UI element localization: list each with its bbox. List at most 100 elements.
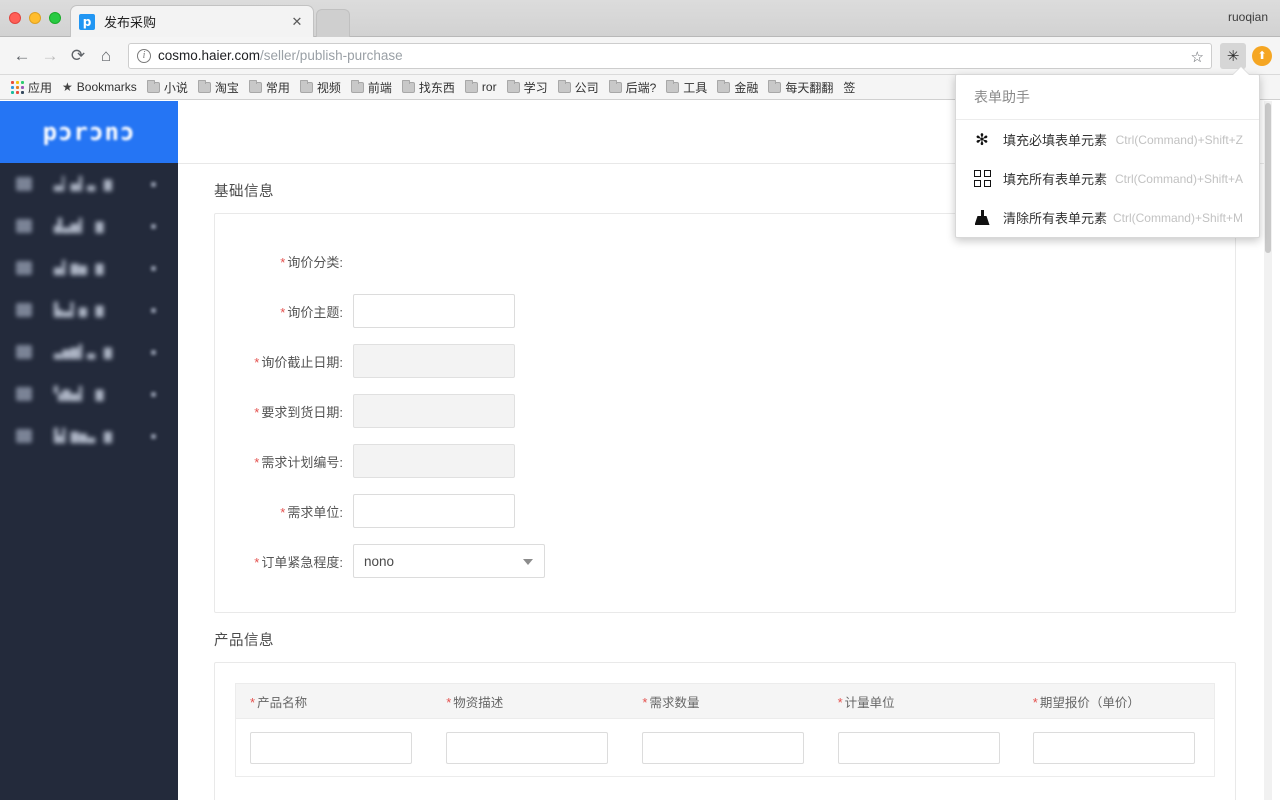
- delivery-date-input[interactable]: [353, 394, 515, 428]
- close-tab-icon[interactable]: ✕: [289, 14, 305, 30]
- bookmark-bookmarks[interactable]: ★ Bookmarks: [57, 77, 142, 97]
- forward-icon[interactable]: →: [36, 42, 64, 70]
- product-name-input[interactable]: [250, 731, 412, 764]
- bookmark-folder[interactable]: 常用: [244, 77, 295, 97]
- reload-icon[interactable]: ⟳: [64, 42, 92, 70]
- sidebar-item[interactable]: ▃▎▄▍▃ ▆: [0, 163, 178, 205]
- required-marker: *: [254, 404, 260, 420]
- select-value: nono: [364, 553, 395, 569]
- table-cell: [432, 731, 628, 764]
- sidebar-item-icon: [16, 177, 32, 191]
- bookmark-star-icon[interactable]: ☆: [1191, 48, 1204, 66]
- profile-name[interactable]: ruoqian: [1228, 10, 1268, 24]
- sidebar-item[interactable]: ▚▆▄▍ ▆: [0, 373, 178, 415]
- home-icon[interactable]: ⌂: [92, 42, 120, 70]
- bookmark-folder[interactable]: 金融: [712, 77, 763, 97]
- demand-quantity-input[interactable]: [642, 731, 805, 764]
- chevron-right-icon: [151, 224, 156, 229]
- maximize-window-button[interactable]: [49, 12, 61, 24]
- scrollbar-thumb[interactable]: [1265, 103, 1271, 253]
- required-marker: *: [1032, 694, 1038, 710]
- app-sidebar: pɔrɔnɔ ▃▎▄▍▃ ▆ ▟▃▅▍ ▆ ▄▍▆▅ ▆ ▙▃▍▅ ▆ ▃▅▆▍…: [0, 101, 178, 800]
- sidebar-item[interactable]: ▟▃▅▍ ▆: [0, 205, 178, 247]
- popup-item-fill-all[interactable]: 填充所有表单元素 Ctrl(Command)+Shift+A: [956, 159, 1259, 198]
- new-tab-button[interactable]: [316, 9, 350, 37]
- form-assistant-extension-button[interactable]: ✳: [1220, 42, 1246, 69]
- inquiry-subject-input[interactable]: [353, 294, 515, 328]
- back-icon[interactable]: ←: [8, 42, 36, 70]
- sidebar-item[interactable]: ▙▃▍▅ ▆: [0, 289, 178, 331]
- table-row: [235, 719, 1215, 777]
- bookmark-label: 学习: [523, 80, 548, 95]
- sidebar-item-icon: [16, 387, 32, 401]
- bookmark-folder[interactable]: 前端: [346, 77, 397, 97]
- browser-tab[interactable]: p 发布采购 ✕: [70, 5, 314, 37]
- folder-icon: [768, 79, 782, 93]
- sidebar-item-icon: [16, 345, 32, 359]
- bookmark-folder[interactable]: 淘宝: [193, 77, 244, 97]
- field-label: * 需求单位:: [280, 504, 343, 520]
- bookmark-apps[interactable]: 应用: [6, 77, 57, 97]
- column-label: 物资描述: [453, 695, 504, 710]
- bookmark-folder[interactable]: 小说: [142, 77, 193, 97]
- popup-title: 表单助手: [956, 75, 1259, 120]
- form-row-demand-plan-no: * 需求计划编号:: [215, 436, 1235, 486]
- inquiry-deadline-input[interactable]: [353, 344, 515, 378]
- field-label: * 询价分类:: [280, 254, 343, 270]
- bookmark-folder[interactable]: 每天翻翻: [763, 77, 838, 97]
- column-label: 计量单位: [844, 695, 895, 710]
- product-table-header: * 产品名称 * 物资描述 * 需求数量 * 计量单位 * 期望报价（单价）: [235, 683, 1215, 719]
- folder-icon: [464, 79, 478, 93]
- chevron-right-icon: [151, 266, 156, 271]
- column-label: 期望报价（单价）: [1039, 695, 1140, 710]
- address-bar[interactable]: i cosmo.haier.com/seller/publish-purchas…: [128, 42, 1212, 69]
- required-marker: *: [250, 694, 256, 710]
- page-scrollbar[interactable]: [1264, 101, 1272, 800]
- tab-strip: p 发布采购 ✕ ruoqian: [0, 0, 1280, 37]
- demand-plan-no-input[interactable]: [353, 444, 515, 478]
- sidebar-item-icon: [16, 429, 32, 443]
- sidebar-item[interactable]: ▙▍▆▅▃ ▆: [0, 415, 178, 457]
- field-label: * 订单紧急程度:: [254, 554, 343, 570]
- bookmark-overflow[interactable]: 签: [838, 77, 860, 97]
- bookmark-folder[interactable]: 学习: [502, 77, 553, 97]
- basic-info-form: * 询价分类: * 询价主题: * 询价截止日期: * 要求到货日期: * 需求…: [215, 214, 1235, 612]
- sidebar-item-label: ▙▍▆▅▃ ▆: [54, 428, 113, 444]
- browser-window: p 发布采购 ✕ ruoqian ← → ⟳ ⌂ i cosmo.haier.c…: [0, 0, 1280, 800]
- folder-icon: [350, 79, 364, 93]
- bookmark-folder[interactable]: 找东西: [397, 77, 460, 97]
- measure-unit-input[interactable]: [837, 731, 1000, 764]
- folder-icon: [506, 79, 520, 93]
- sidebar-item[interactable]: ▄▍▆▅ ▆: [0, 247, 178, 289]
- bookmark-folder[interactable]: ror: [460, 77, 502, 97]
- product-info-title: 产品信息: [214, 633, 274, 649]
- form-row-inquiry-category: * 询价分类:: [215, 236, 1235, 286]
- popup-item-fill-required[interactable]: ✻ 填充必填表单元素 Ctrl(Command)+Shift+Z: [956, 120, 1259, 159]
- sidebar-item[interactable]: ▃▅▆▍▃ ▆: [0, 331, 178, 373]
- chevron-right-icon: [151, 182, 156, 187]
- form-row-inquiry-deadline: * 询价截止日期:: [215, 336, 1235, 386]
- order-urgency-select[interactable]: nono: [353, 544, 545, 578]
- apps-grid-icon: [11, 80, 24, 94]
- extension-orange-icon[interactable]: ⬆: [1252, 45, 1272, 66]
- minimize-window-button[interactable]: [29, 12, 41, 24]
- folder-icon: [299, 79, 313, 93]
- bookmark-folder[interactable]: 视频: [295, 77, 346, 97]
- logo-wordmark: pɔrɔnɔ: [42, 118, 136, 146]
- bookmark-folder[interactable]: 工具: [661, 77, 712, 97]
- bookmark-label: ror: [481, 80, 497, 94]
- bookmark-label: 公司: [574, 80, 599, 95]
- demand-unit-input[interactable]: [353, 494, 515, 528]
- close-window-button[interactable]: [9, 12, 21, 24]
- popup-item-clear-all[interactable]: 清除所有表单元素 Ctrl(Command)+Shift+M: [956, 198, 1259, 237]
- bookmark-label: 常用: [265, 80, 290, 95]
- material-desc-input[interactable]: [446, 731, 609, 764]
- bookmark-folder[interactable]: 公司: [553, 77, 604, 97]
- popup-item-shortcut: Ctrl(Command)+Shift+M: [1112, 210, 1243, 225]
- expected-price-input[interactable]: [1032, 731, 1195, 764]
- bookmark-folder[interactable]: 后端?: [604, 77, 662, 97]
- site-info-icon[interactable]: i: [137, 48, 151, 63]
- app-logo[interactable]: pɔrɔnɔ: [0, 101, 178, 163]
- column-header: * 计量单位: [824, 692, 1019, 711]
- table-cell: [628, 731, 823, 764]
